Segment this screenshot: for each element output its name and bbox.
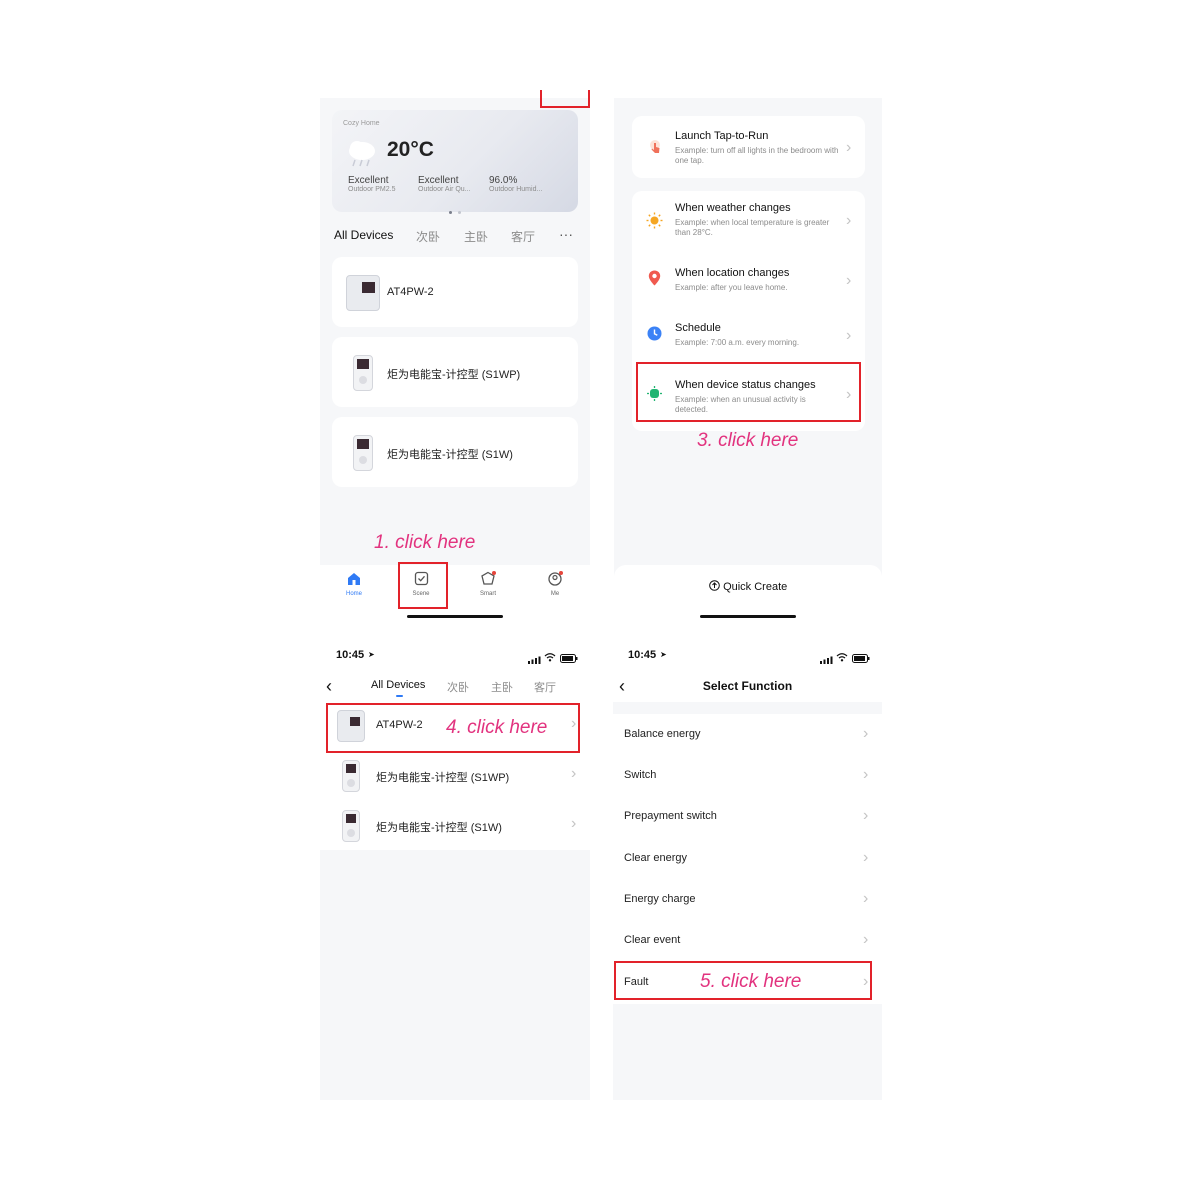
home-icon [348, 573, 360, 585]
breaker-device-image [346, 275, 380, 311]
clock-icon [647, 326, 662, 346]
device-row-s1w[interactable]: 炬为电能宝-计控型 (S1W) › [320, 800, 590, 850]
condition-weather[interactable]: When weather changes Example: when local… [632, 199, 865, 249]
back-chevron-icon[interactable]: ‹ [326, 676, 332, 697]
tap-icon [647, 139, 663, 155]
device-card-at4pw2[interactable]: AT4PW-2 [332, 257, 578, 327]
quick-create-button[interactable]: Quick Create [709, 580, 787, 593]
nav-smart[interactable]: Smart [472, 571, 504, 597]
function-item-balance-energy[interactable]: Balance energy › [613, 714, 882, 755]
home-indicator [407, 615, 503, 618]
highlight-box-device-status [636, 362, 861, 422]
status-bar: 10:45 ➤ ‹ Select Function [613, 640, 882, 702]
bottom-tab-bar: Home Scene Smart Me [320, 565, 590, 620]
cloud-rain-icon [346, 138, 378, 168]
function-item-clear-energy[interactable]: Clear energy › [613, 838, 882, 879]
select-function-screen: 10:45 ➤ ‹ Select Function Balance energy… [613, 640, 882, 1100]
stat-air-quality: Excellent Outdoor Air Qu... [418, 175, 471, 193]
tab-second-bedroom[interactable]: 次卧 [416, 228, 440, 245]
function-item-energy-charge[interactable]: Energy charge › [613, 879, 882, 920]
condition-location[interactable]: When location changes Example: after you… [632, 263, 865, 308]
chevron-right-icon: › [846, 272, 852, 289]
location-pin-icon [648, 270, 661, 291]
location-arrow-icon: ➤ [660, 650, 667, 659]
wifi-icon [836, 649, 848, 667]
chevron-right-icon: › [863, 807, 869, 824]
chevron-right-icon: › [863, 849, 869, 866]
launch-desc: Example: turn off all lights in the bedr… [675, 146, 839, 165]
annotation-step-1: 1. click here [374, 532, 476, 553]
device-name: 炬为电能宝-计控型 (S1W) [376, 822, 502, 834]
plug-device-image [342, 810, 360, 842]
tab-second-bedroom[interactable]: 次卧 [447, 679, 469, 695]
tab-living-room[interactable]: 客厅 [534, 679, 556, 695]
status-time: 10:45 [628, 649, 657, 661]
plug-device-image [353, 435, 373, 471]
chevron-right-icon: › [571, 815, 577, 832]
nav-me[interactable]: Me [539, 571, 571, 597]
device-name: AT4PW-2 [387, 286, 434, 298]
location-arrow-icon: ➤ [368, 650, 375, 659]
chevron-right-icon: › [863, 931, 869, 948]
sun-icon [646, 212, 663, 234]
chevron-right-icon: › [846, 139, 852, 156]
tab-all-devices[interactable]: All Devices [371, 679, 425, 691]
home-indicator [700, 615, 796, 618]
tab-living-room[interactable]: 客厅 [511, 228, 535, 245]
device-name: 炬为电能宝-计控型 (S1WP) [376, 772, 510, 784]
stat-pm25: Excellent Outdoor PM2.5 [348, 175, 396, 193]
nav-home[interactable]: Home [338, 571, 370, 597]
weather-card[interactable]: Cozy Home 20°C Excellent Outdoor PM2.5 E… [332, 110, 578, 214]
home-name: Cozy Home [343, 120, 380, 127]
chevron-right-icon: › [846, 212, 852, 229]
launch-title: Launch Tap-to-Run [675, 130, 769, 142]
me-icon [548, 571, 563, 586]
chevron-right-icon: › [571, 765, 577, 782]
function-item-clear-event[interactable]: Clear event › [613, 920, 882, 961]
chevron-right-icon: › [863, 725, 869, 742]
device-card-s1wp[interactable]: 炬为电能宝-计控型 (S1WP) [332, 337, 578, 407]
create-scene-screen: Launch Tap-to-Run Example: turn off all … [614, 98, 882, 620]
chevron-right-icon: › [846, 327, 852, 344]
launch-tap-to-run-card[interactable]: Launch Tap-to-Run Example: turn off all … [632, 116, 865, 178]
annotation-step-3: 3. click here [697, 430, 799, 451]
plug-device-image [353, 355, 373, 391]
highlight-box-at4pw2 [326, 703, 580, 753]
highlight-box-fault [614, 961, 872, 1000]
quick-create-bar: Quick Create [614, 565, 882, 620]
plug-device-image [342, 760, 360, 792]
device-name: 炬为电能宝-计控型 (S1WP) [387, 369, 521, 381]
page-title: Select Function [702, 679, 793, 693]
device-card-s1w[interactable]: 炬为电能宝-计控型 (S1W) [332, 417, 578, 487]
signal-icon [820, 651, 833, 669]
condition-schedule[interactable]: Schedule Example: 7:00 a.m. every mornin… [632, 318, 865, 363]
temperature: 20°C [387, 138, 434, 161]
highlight-box-scene [398, 562, 448, 609]
stat-humidity: 96.0% Outdoor Humid... [489, 175, 543, 193]
function-item-prepayment-switch[interactable]: Prepayment switch › [613, 796, 882, 837]
signal-icon [528, 651, 541, 669]
home-screen: Cozy Home 20°C Excellent Outdoor PM2.5 E… [320, 98, 590, 620]
chevron-right-icon: › [863, 766, 869, 783]
wifi-icon [544, 649, 556, 667]
upload-circle-icon [709, 580, 720, 591]
device-name: 炬为电能宝-计控型 (S1W) [387, 449, 513, 461]
highlight-box-top-corner [540, 90, 590, 108]
smart-icon [481, 571, 496, 585]
device-row-s1wp[interactable]: 炬为电能宝-计控型 (S1WP) › [320, 750, 590, 800]
page-dots [449, 201, 463, 214]
function-item-switch[interactable]: Switch › [613, 755, 882, 796]
battery-icon [560, 650, 578, 668]
more-icon[interactable]: ··· [559, 226, 573, 242]
tab-active-underline [396, 695, 403, 697]
status-time: 10:45 [336, 649, 365, 661]
tab-master-bedroom[interactable]: 主卧 [464, 228, 488, 245]
chevron-right-icon: › [863, 890, 869, 907]
tab-master-bedroom[interactable]: 主卧 [491, 679, 513, 695]
tab-all-devices[interactable]: All Devices [334, 228, 393, 242]
battery-icon [852, 650, 870, 668]
